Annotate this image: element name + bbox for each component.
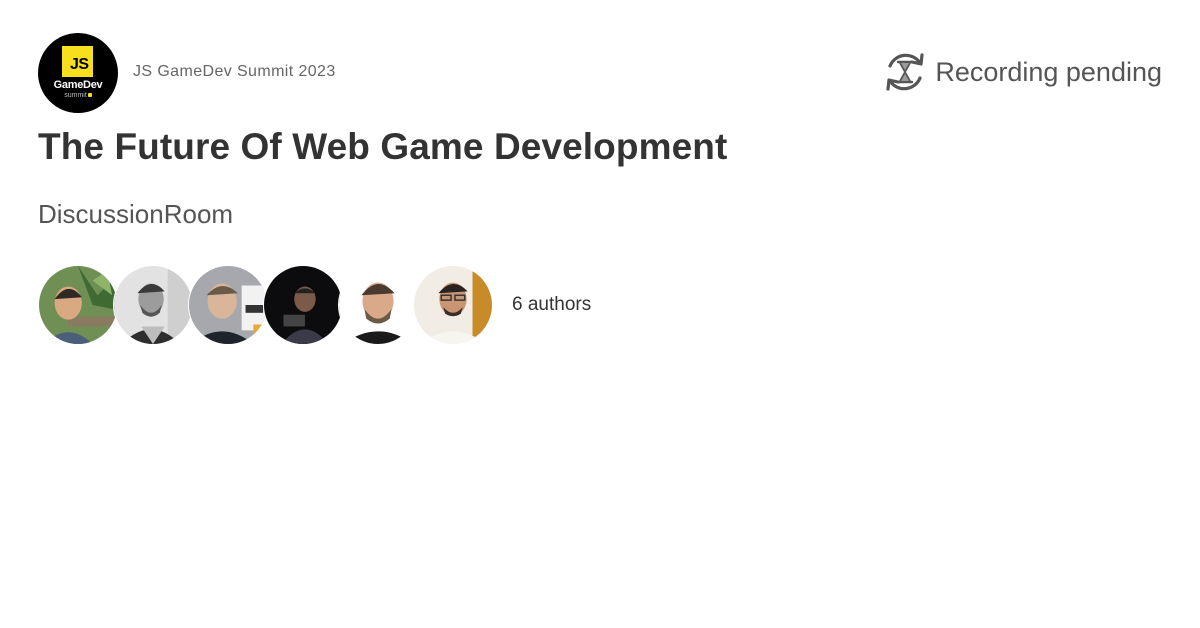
talk-title: The Future Of Web Game Development: [38, 126, 728, 167]
authors-count: 6 authors: [512, 294, 592, 315]
hourglass-refresh-icon: [882, 49, 928, 95]
author-avatar-6[interactable]: [413, 265, 493, 345]
talk-type: DiscussionRoom: [38, 199, 234, 229]
logo-wordmark: GameDev: [53, 79, 103, 91]
event-logo: JS GameDev summit: [38, 33, 118, 113]
event-name[interactable]: JS GameDev Summit 2023: [133, 63, 336, 81]
authors-list: 6 authors: [38, 264, 591, 346]
author-avatar-5[interactable]: [338, 265, 418, 345]
recording-status-text: Recording pending: [935, 56, 1162, 87]
author-avatar-2[interactable]: [113, 265, 193, 345]
author-avatar-1[interactable]: [38, 265, 118, 345]
author-avatar-4[interactable]: [263, 265, 343, 345]
logo-subtext: summit: [38, 92, 118, 99]
recording-status: Recording pending: [882, 48, 1162, 96]
js-logo-badge: JS: [62, 46, 93, 77]
author-avatar-3[interactable]: [188, 265, 268, 345]
